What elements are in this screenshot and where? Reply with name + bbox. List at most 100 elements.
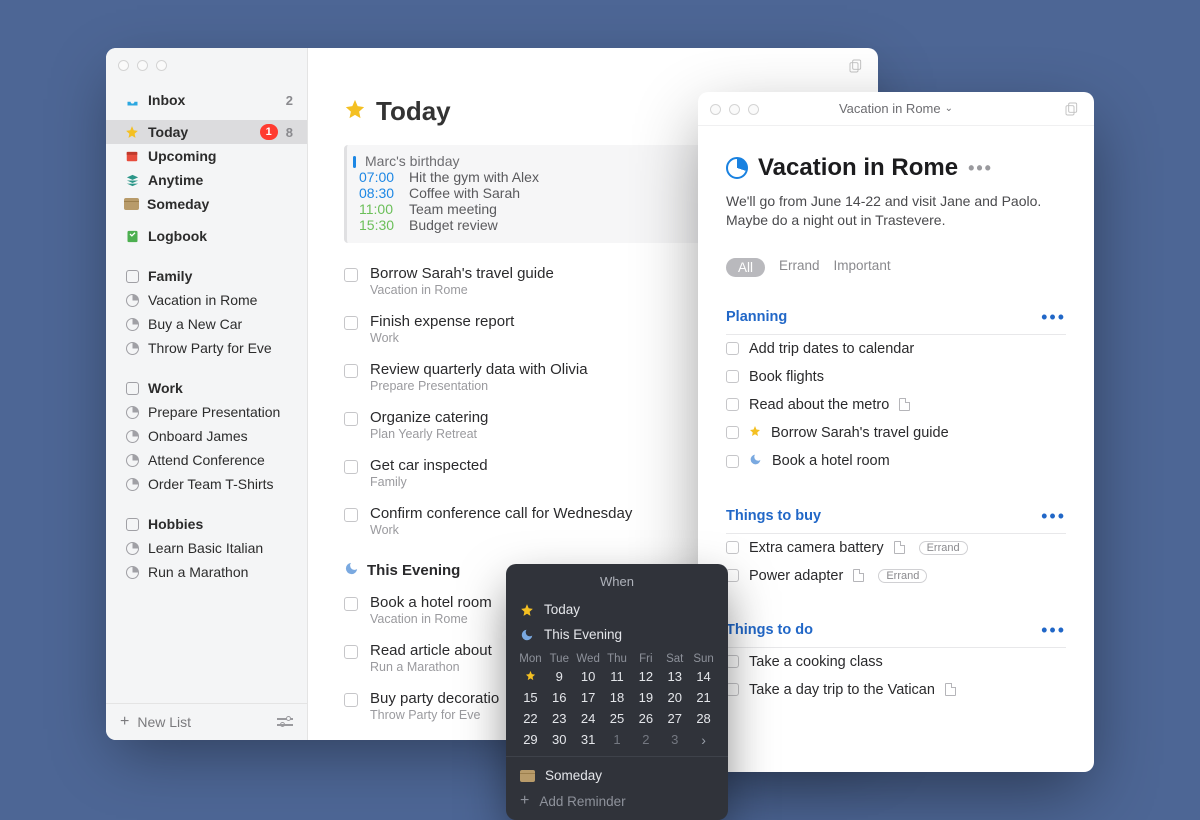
calendar-day[interactable]: 20	[660, 690, 689, 705]
popover-evening[interactable]: This Evening	[506, 622, 728, 647]
duplicate-window-icon[interactable]	[1064, 101, 1080, 117]
calendar-next-icon[interactable]: ›	[689, 732, 718, 748]
task-checkbox[interactable]	[726, 342, 739, 355]
task-row[interactable]: Book a hotel room	[726, 447, 1066, 476]
popover-add-reminder[interactable]: + Add Reminder	[506, 788, 728, 814]
task-title: Book flights	[749, 369, 824, 385]
duplicate-window-icon[interactable]	[848, 58, 864, 74]
popover-today[interactable]: Today	[506, 597, 728, 622]
task-checkbox[interactable]	[726, 541, 739, 554]
project-item[interactable]: Buy a New Car	[106, 312, 307, 336]
task-checkbox[interactable]	[726, 426, 739, 439]
calendar-day[interactable]: 21	[689, 690, 718, 705]
task-title: Borrow Sarah's travel guide	[771, 425, 949, 441]
popover-someday[interactable]: Someday	[506, 763, 728, 788]
new-list-button[interactable]: New List	[137, 714, 191, 730]
project-item[interactable]: Throw Party for Eve	[106, 336, 307, 360]
project-item[interactable]: Vacation in Rome	[106, 288, 307, 312]
calendar-day[interactable]: 1	[603, 732, 632, 748]
group-more-icon[interactable]: •••	[1041, 506, 1066, 527]
tag-all[interactable]: All	[726, 258, 765, 277]
calendar-day[interactable]: 13	[660, 669, 689, 684]
calendar-day[interactable]: 28	[689, 711, 718, 726]
task-row[interactable]: Book flights	[726, 363, 1066, 391]
group-more-icon[interactable]: •••	[1041, 307, 1066, 328]
window-controls[interactable]	[710, 104, 759, 115]
task-row[interactable]: Extra camera batteryErrand	[726, 534, 1066, 562]
task-checkbox[interactable]	[726, 398, 739, 411]
calendar-day[interactable]: 10	[574, 669, 603, 684]
sidebar-inbox[interactable]: Inbox 2	[106, 88, 307, 112]
project-item[interactable]: Prepare Presentation	[106, 400, 307, 424]
calendar-day[interactable]: 29	[516, 732, 545, 748]
group-header[interactable]: Things to do•••	[726, 620, 1066, 648]
calendar-day[interactable]: 11	[603, 669, 632, 684]
task-row[interactable]: Borrow Sarah's travel guide	[726, 419, 1066, 447]
task-row[interactable]: Power adapterErrand	[726, 562, 1066, 590]
task-row[interactable]: Read about the metro	[726, 391, 1066, 419]
calendar-day[interactable]: 23	[545, 711, 574, 726]
task-checkbox[interactable]	[344, 597, 358, 611]
project-item[interactable]: Onboard James	[106, 424, 307, 448]
calendar-day[interactable]: 31	[574, 732, 603, 748]
task-tag[interactable]: Errand	[878, 569, 927, 583]
task-row[interactable]: Take a cooking class	[726, 648, 1066, 676]
sidebar-someday[interactable]: Someday	[106, 192, 307, 216]
calendar-day[interactable]: 18	[603, 690, 632, 705]
sidebar-anytime[interactable]: Anytime	[106, 168, 307, 192]
project-item[interactable]: Learn Basic Italian	[106, 536, 307, 560]
calendar-day[interactable]: 15	[516, 690, 545, 705]
calendar-day[interactable]: 9	[545, 669, 574, 684]
task-tag[interactable]: Errand	[919, 541, 968, 555]
calendar-day[interactable]: 26	[631, 711, 660, 726]
settings-icon[interactable]	[277, 715, 293, 729]
project-notes[interactable]: We'll go from June 14-22 and visit Jane …	[726, 192, 1066, 230]
task-checkbox[interactable]	[344, 316, 358, 330]
calendar-day[interactable]: 22	[516, 711, 545, 726]
group-header[interactable]: Things to buy•••	[726, 506, 1066, 534]
task-checkbox[interactable]	[726, 455, 739, 468]
calendar-day[interactable]: 17	[574, 690, 603, 705]
task-checkbox[interactable]	[726, 370, 739, 383]
task-checkbox[interactable]	[344, 645, 358, 659]
area-work[interactable]: Work	[106, 376, 307, 400]
project-item[interactable]: Attend Conference	[106, 448, 307, 472]
calendar-today-star[interactable]	[516, 669, 545, 684]
task-checkbox[interactable]	[344, 460, 358, 474]
task-checkbox[interactable]	[344, 693, 358, 707]
calendar-day[interactable]: 3	[660, 732, 689, 748]
calendar-day[interactable]: 16	[545, 690, 574, 705]
task-checkbox[interactable]	[344, 364, 358, 378]
calendar-day[interactable]: 14	[689, 669, 718, 684]
project-item[interactable]: Run a Marathon	[106, 560, 307, 584]
task-checkbox[interactable]	[344, 508, 358, 522]
window-controls[interactable]	[118, 60, 167, 71]
task-title: Organize catering	[370, 409, 488, 426]
calendar-day[interactable]: 27	[660, 711, 689, 726]
tag-errand[interactable]: Errand	[779, 258, 820, 277]
project-more-icon[interactable]: •••	[968, 158, 993, 179]
calendar-day[interactable]: 19	[631, 690, 660, 705]
group-header[interactable]: Planning•••	[726, 307, 1066, 335]
calendar-day[interactable]: 2	[631, 732, 660, 748]
sidebar-logbook[interactable]: Logbook	[106, 224, 307, 248]
task-checkbox[interactable]	[344, 412, 358, 426]
titlebar-text[interactable]: Vacation in Rome	[839, 101, 941, 116]
sidebar-label: Upcoming	[148, 148, 216, 164]
group-more-icon[interactable]: •••	[1041, 620, 1066, 641]
calendar-day[interactable]: 12	[631, 669, 660, 684]
calendar-day[interactable]: 24	[574, 711, 603, 726]
area-hobbies[interactable]: Hobbies	[106, 512, 307, 536]
project-window: Vacation in Rome⌄ Vacation in Rome ••• W…	[698, 92, 1094, 772]
task-row[interactable]: Add trip dates to calendar	[726, 335, 1066, 363]
calendar-day[interactable]: 30	[545, 732, 574, 748]
area-family[interactable]: Family	[106, 264, 307, 288]
sidebar-today[interactable]: Today 1 8	[106, 120, 307, 144]
tag-important[interactable]: Important	[834, 258, 891, 277]
project-item[interactable]: Order Team T-Shirts	[106, 472, 307, 496]
sidebar-upcoming[interactable]: Upcoming	[106, 144, 307, 168]
task-checkbox[interactable]	[344, 268, 358, 282]
calendar-day[interactable]: 25	[603, 711, 632, 726]
note-icon	[899, 398, 910, 411]
task-row[interactable]: Take a day trip to the Vatican	[726, 676, 1066, 704]
